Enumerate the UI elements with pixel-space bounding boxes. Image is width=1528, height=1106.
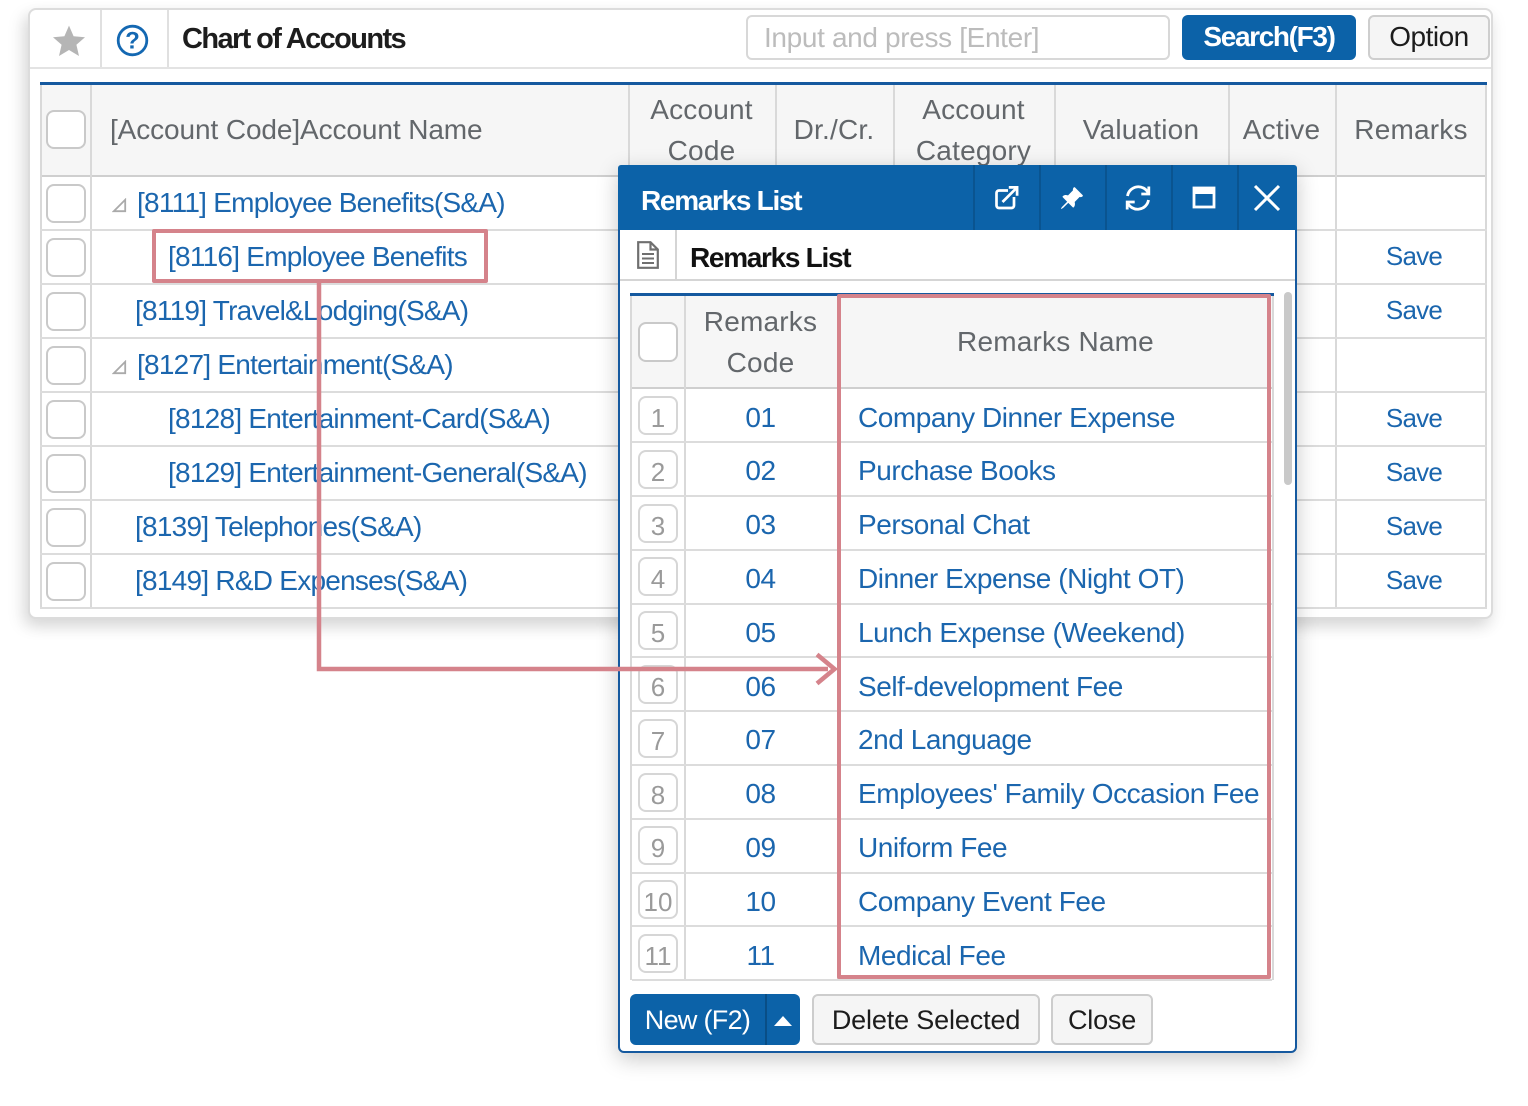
svg-text:?: ? <box>125 27 140 54</box>
